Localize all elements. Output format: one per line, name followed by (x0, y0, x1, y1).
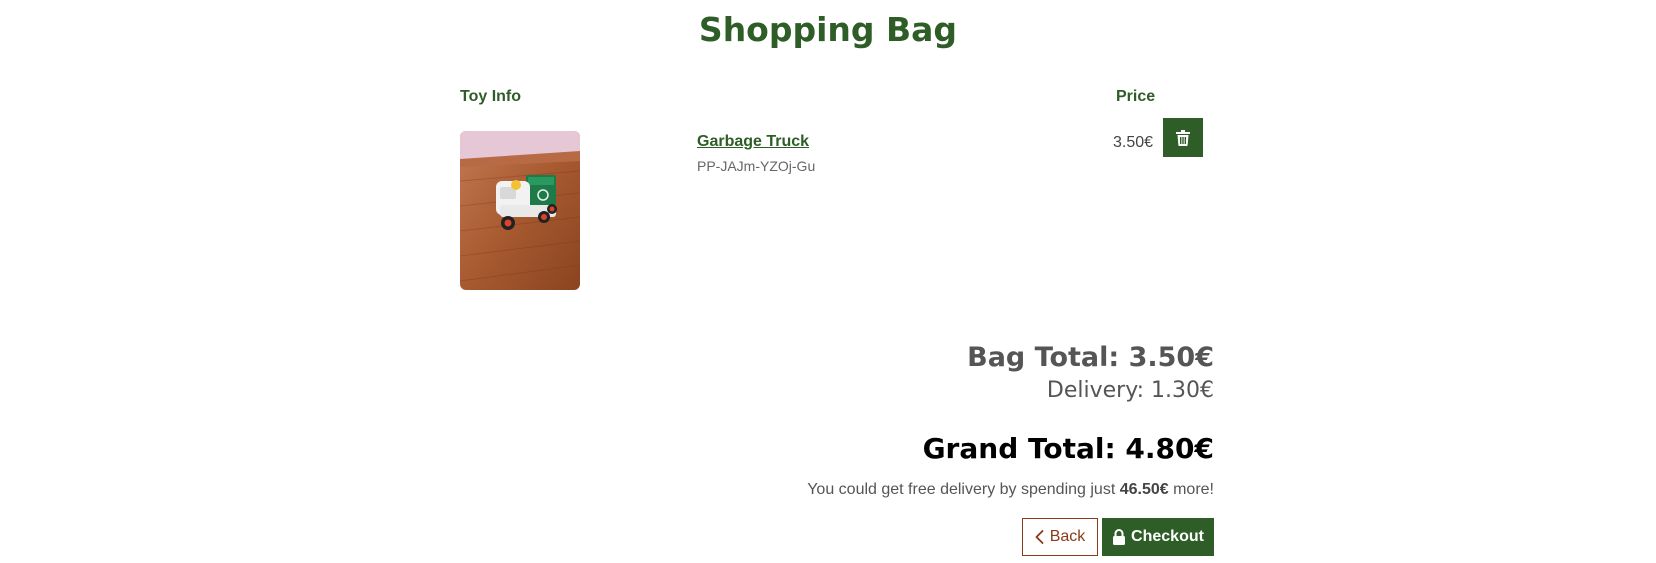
product-image (460, 131, 580, 290)
page-title: Shopping Bag (698, 10, 958, 49)
free-delivery-prefix: You could get free delivery by spending … (807, 481, 1120, 498)
delivery-cost: Delivery: 1.30€ (1046, 378, 1214, 403)
item-name-link[interactable]: Garbage Truck (697, 133, 809, 151)
column-header-toy-info: Toy Info (460, 88, 522, 105)
free-delivery-message: You could get free delivery by spending … (807, 481, 1214, 499)
checkout-button[interactable]: Checkout (1102, 518, 1214, 556)
lock-icon (1113, 529, 1126, 545)
free-delivery-amount: 46.50€ (1119, 481, 1169, 498)
bag-total: Bag Total: 3.50€ (967, 342, 1214, 373)
back-button[interactable]: Back (1022, 518, 1098, 556)
item-sku: PP-JAJm-YZOj-Gu (697, 158, 816, 174)
trash-icon (1176, 129, 1190, 146)
grand-total: Grand Total: 4.80€ (922, 432, 1214, 465)
garbage-truck-image (460, 131, 580, 290)
back-button-label: Back (1049, 528, 1086, 545)
checkout-button-label: Checkout (1131, 528, 1204, 545)
chevron-left-icon (1035, 530, 1044, 544)
remove-item-button[interactable] (1163, 118, 1203, 157)
item-price: 3.50€ (1113, 134, 1154, 151)
free-delivery-suffix: more! (1168, 481, 1214, 498)
column-header-price: Price (1116, 88, 1156, 105)
